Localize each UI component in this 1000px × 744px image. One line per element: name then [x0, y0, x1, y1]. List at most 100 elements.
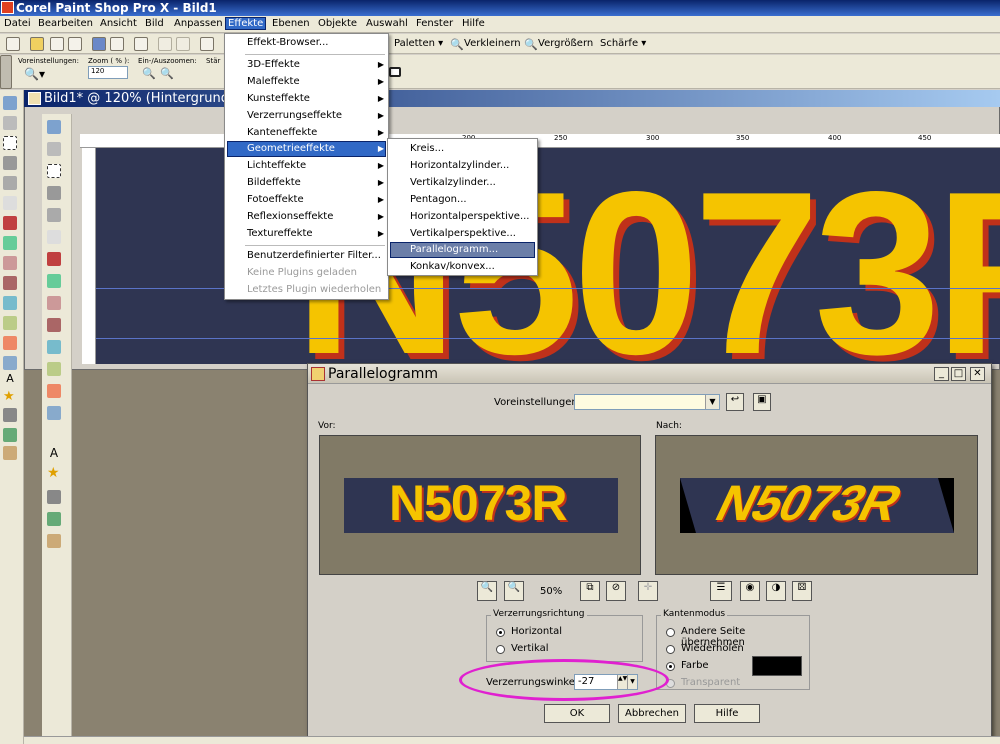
zoom-out-icon[interactable]: 🔍	[477, 581, 497, 601]
auto-proof-icon[interactable]: ◑	[766, 581, 786, 601]
dropper-tool-icon[interactable]	[47, 186, 61, 200]
zoom-in-small-icon[interactable]: 🔍	[142, 67, 156, 80]
new-file-icon[interactable]	[6, 37, 20, 51]
presets-dropdown[interactable]: ▼	[574, 394, 720, 410]
before-preview[interactable]: N5073R	[319, 435, 641, 575]
print-icon[interactable]	[134, 37, 148, 51]
object-selector-icon[interactable]	[47, 534, 61, 548]
menu-objekte[interactable]: Objekte	[318, 18, 357, 29]
zoom-in-icon[interactable]: 🔍	[504, 581, 524, 601]
document-title-bar[interactable]: Bild1* @ 120% (Hintergrund	[24, 90, 1000, 107]
pick-tool-icon[interactable]	[3, 196, 17, 210]
menu-ebenen[interactable]: Ebenen	[272, 18, 310, 29]
paint-brush-icon[interactable]	[47, 318, 61, 332]
after-preview[interactable]: N5073R	[655, 435, 978, 575]
browse-icon[interactable]	[50, 37, 64, 51]
retouch-tool-icon[interactable]	[47, 406, 61, 420]
menu-item-photo[interactable]: Fotoeffekte	[247, 192, 304, 208]
zoom-input[interactable]: 120	[88, 66, 128, 79]
red-eye-tool-icon[interactable]	[3, 216, 17, 230]
menu-item-circle[interactable]: Kreis...	[410, 141, 444, 157]
text-tool-icon[interactable]: A	[3, 372, 17, 386]
dialog-title-bar[interactable]: Parallelogramm _ □ ✕	[308, 364, 991, 384]
retouch-tool-icon[interactable]	[3, 356, 17, 370]
guide-line[interactable]	[96, 338, 1000, 339]
crop-icon[interactable]	[200, 37, 214, 51]
wrap-radio[interactable]	[666, 628, 675, 637]
pan-tool-icon[interactable]	[47, 120, 61, 134]
edge-color-swatch[interactable]	[752, 656, 802, 676]
menu-bearbeiten[interactable]: Bearbeiten	[38, 18, 93, 29]
color-radio[interactable]	[666, 662, 675, 671]
menu-datei[interactable]: Datei	[4, 18, 31, 29]
ok-button[interactable]: OK	[544, 704, 610, 723]
help-button[interactable]: Hilfe	[694, 704, 760, 723]
menu-auswahl[interactable]: Auswahl	[366, 18, 408, 29]
warp-brush-icon[interactable]	[3, 428, 17, 442]
preset-shape-icon[interactable]: ★	[3, 390, 17, 404]
save-as-icon[interactable]	[110, 37, 124, 51]
presets-zoom-icon[interactable]: 🔍▾	[24, 67, 45, 81]
move-preview-icon[interactable]: ✛	[638, 581, 658, 601]
menu-item-horizontal-cylinder[interactable]: Horizontalzylinder...	[410, 158, 509, 174]
actual-size-icon[interactable]	[389, 67, 401, 77]
airbrush-icon[interactable]	[47, 340, 61, 354]
save-preset-icon[interactable]: ▣	[753, 393, 771, 411]
text-tool-icon[interactable]: A	[47, 446, 61, 460]
flood-fill-icon[interactable]	[47, 384, 61, 398]
menu-item-concave-convex[interactable]: Konkav/konvex...	[410, 259, 495, 275]
grip-handle[interactable]	[0, 55, 12, 89]
menu-anpassen[interactable]: Anpassen	[174, 18, 223, 29]
open-folder-icon[interactable]	[30, 37, 44, 51]
menu-item-vertical-perspective[interactable]: Vertikalperspektive...	[410, 226, 516, 242]
clone-tool-icon[interactable]	[47, 296, 61, 310]
crop-tool-icon[interactable]	[47, 208, 61, 222]
close-button[interactable]: ✕	[970, 367, 985, 381]
pick-tool-icon[interactable]	[47, 230, 61, 244]
repeat-radio[interactable]	[666, 645, 675, 654]
minimize-button[interactable]: _	[934, 367, 949, 381]
menu-item-pentagon[interactable]: Pentagon...	[410, 192, 467, 208]
menu-item-art-media[interactable]: Kunsteffekte	[247, 91, 310, 107]
menu-bild[interactable]: Bild	[145, 18, 164, 29]
scan-icon[interactable]	[68, 37, 82, 51]
eraser-tool-icon[interactable]	[47, 362, 61, 376]
crop-tool-icon[interactable]	[3, 176, 17, 190]
zoom-in-button[interactable]: Vergrößern	[538, 38, 593, 49]
clone-tool-icon[interactable]	[3, 256, 17, 270]
menu-item-geometric[interactable]: Geometrieeffekte	[247, 141, 335, 157]
move-tool-icon[interactable]	[3, 116, 17, 130]
menu-item-edge[interactable]: Kanteneffekte	[247, 125, 317, 141]
menu-fenster[interactable]: Fenster	[416, 18, 453, 29]
randomize-dice-icon[interactable]: ⚄	[792, 581, 812, 601]
menu-item-3d[interactable]: 3D-Effekte	[247, 57, 300, 73]
menu-item-illumination[interactable]: Lichteffekte	[247, 158, 306, 174]
redo-icon[interactable]	[176, 37, 190, 51]
horizontal-label[interactable]: Horizontal	[511, 626, 562, 637]
repeat-label[interactable]: Wiederholen	[681, 643, 744, 654]
menu-item-horizontal-perspective[interactable]: Horizontalperspektive...	[410, 209, 529, 225]
zoom-out-small-icon[interactable]: 🔍	[160, 67, 174, 80]
navigate-icon[interactable]: ⊘	[606, 581, 626, 601]
chevron-down-icon[interactable]: ▼	[705, 395, 719, 409]
eraser-tool-icon[interactable]	[3, 316, 17, 330]
red-eye-tool-icon[interactable]	[47, 252, 61, 266]
palettes-button[interactable]: Paletten ▾	[394, 38, 443, 49]
menu-effekte[interactable]: Effekte	[224, 17, 267, 30]
object-selector-icon[interactable]	[3, 446, 17, 460]
preset-shape-icon[interactable]: ★	[47, 466, 61, 480]
save-icon[interactable]	[92, 37, 106, 51]
maximize-button[interactable]: □	[951, 367, 966, 381]
reset-icon[interactable]: ↩	[726, 393, 744, 411]
flood-fill-icon[interactable]	[3, 336, 17, 350]
fit-preview-icon[interactable]: ⧉	[580, 581, 600, 601]
horizontal-scrollbar[interactable]	[24, 736, 1000, 744]
menu-item-user-defined[interactable]: Benutzerdefinierter Filter...	[247, 248, 381, 264]
paint-brush-icon[interactable]	[3, 276, 17, 290]
selection-tool-icon[interactable]	[47, 164, 61, 178]
menu-item-vertical-cylinder[interactable]: Vertikalzylinder...	[410, 175, 496, 191]
menu-item-effect-browser[interactable]: Effekt-Browser...	[247, 35, 328, 51]
vertical-label[interactable]: Vertikal	[511, 643, 549, 654]
zoom-in-icon[interactable]: 🔍	[524, 38, 538, 51]
menu-item-texture[interactable]: Textureffekte	[247, 226, 313, 242]
